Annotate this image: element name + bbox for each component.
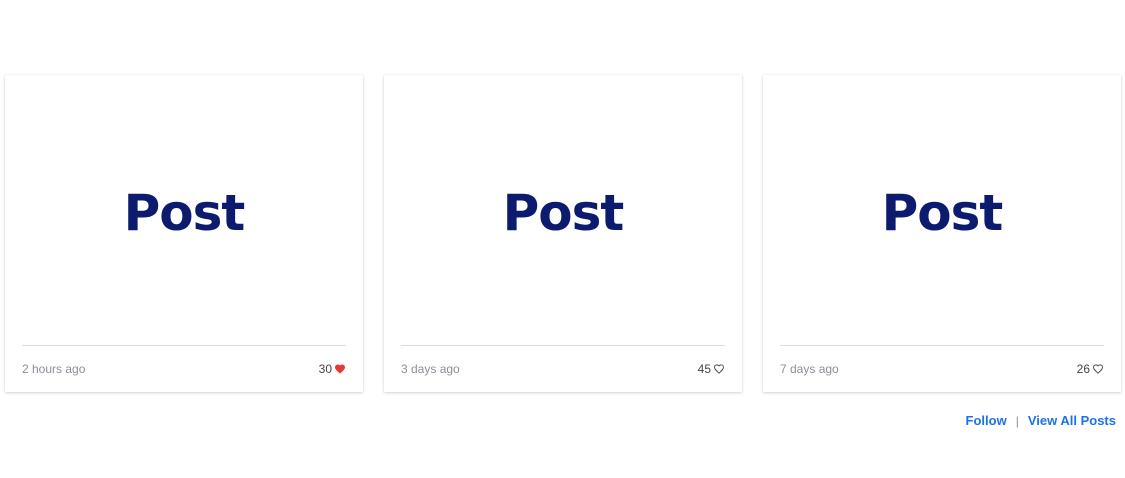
post-card-footer: 2 hours ago 30 (22, 360, 346, 378)
post-timestamp: 7 days ago (780, 362, 839, 376)
like-button[interactable]: 45 (698, 362, 725, 376)
like-button[interactable]: 26 (1077, 362, 1104, 376)
page: Post 2 hours ago 30 Post 3 days ago 45 P… (0, 0, 1125, 478)
footer-links: Follow | View All Posts (966, 413, 1116, 428)
post-timestamp: 2 hours ago (22, 362, 86, 376)
like-count: 30 (318, 362, 332, 376)
post-card-footer: 7 days ago 26 (780, 360, 1104, 378)
like-button[interactable]: 30 (319, 362, 346, 376)
heart-outline-icon[interactable] (1092, 363, 1104, 375)
divider (401, 345, 725, 346)
heart-filled-icon[interactable] (334, 363, 346, 375)
post-cards: Post 2 hours ago 30 Post 3 days ago 45 P… (5, 75, 1121, 392)
divider (22, 345, 346, 346)
link-separator: | (1015, 413, 1019, 428)
post-title: Post (123, 184, 246, 242)
view-all-posts-link[interactable]: View All Posts (1028, 413, 1116, 428)
follow-link[interactable]: Follow (966, 413, 1007, 428)
post-card[interactable]: Post 3 days ago 45 (384, 75, 742, 392)
post-title: Post (502, 184, 625, 242)
post-timestamp: 3 days ago (401, 362, 460, 376)
post-card[interactable]: Post 7 days ago 26 (763, 75, 1121, 392)
divider (780, 345, 1104, 346)
like-count: 26 (1076, 362, 1090, 376)
post-title: Post (881, 184, 1004, 242)
heart-outline-icon[interactable] (713, 363, 725, 375)
post-card-footer: 3 days ago 45 (401, 360, 725, 378)
like-count: 45 (697, 362, 711, 376)
post-card[interactable]: Post 2 hours ago 30 (5, 75, 363, 392)
